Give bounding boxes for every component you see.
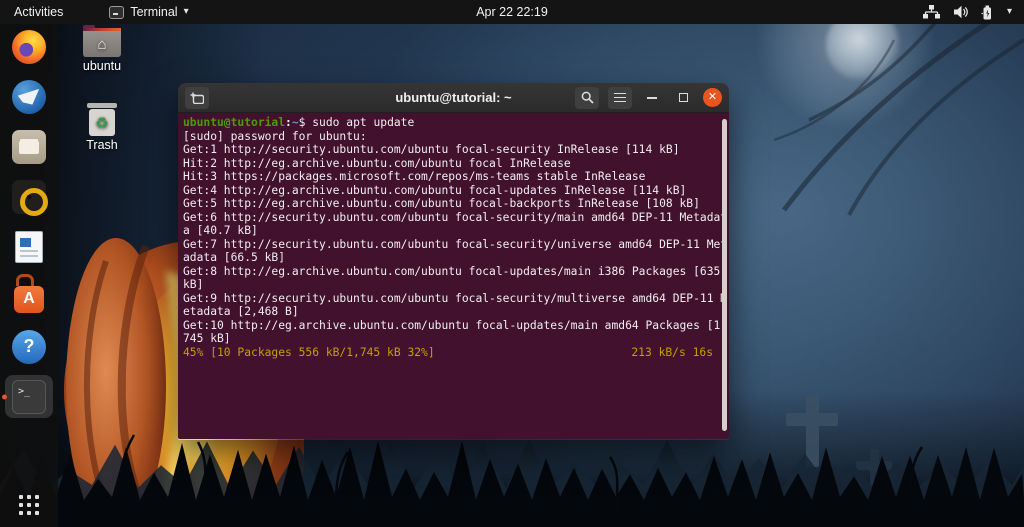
new-tab-icon xyxy=(190,92,204,104)
dock-item-libreoffice-writer[interactable] xyxy=(5,225,53,268)
terminal-line: kB] xyxy=(183,278,204,291)
network-wired-icon xyxy=(922,5,940,19)
terminal-line: etadata [2,468 B] xyxy=(183,305,299,318)
dock-item-help[interactable]: ? xyxy=(5,325,53,368)
terminal-line: Get:9 http://security.ubuntu.com/ubuntu … xyxy=(183,291,728,305)
help-icon: ? xyxy=(12,329,46,364)
desktop: ⌂ ubuntu ♻ Trash ubuntu@tutorial: ~ ✕ ub… xyxy=(0,0,1024,527)
terminal-app-icon xyxy=(109,5,125,19)
terminal-line: Get:7 http://security.ubuntu.com/ubuntu … xyxy=(183,237,728,251)
libreoffice-writer-icon xyxy=(15,230,43,263)
terminal-scrollbar[interactable] xyxy=(722,119,727,431)
dock-item-rhythmbox[interactable] xyxy=(5,175,53,218)
terminal-line: Hit:3 https://packages.microsoft.com/rep… xyxy=(183,170,646,183)
dock-item-files[interactable] xyxy=(5,125,53,168)
menu-button[interactable] xyxy=(608,86,632,109)
clock-label[interactable]: Apr 22 22:19 xyxy=(476,5,548,19)
minimize-button[interactable] xyxy=(641,87,663,109)
terminal-line: Get:1 http://security.ubuntu.com/ubuntu … xyxy=(183,143,680,156)
dock-item-terminal[interactable]: >_ xyxy=(2,375,53,418)
dock-item-thunderbird[interactable] xyxy=(5,75,53,118)
activities-button[interactable]: Activities xyxy=(0,0,77,24)
search-button[interactable] xyxy=(575,86,599,109)
files-icon xyxy=(12,129,46,164)
terminal-body[interactable]: ubuntu@tutorial:~$ sudo apt update [sudo]… xyxy=(178,113,729,439)
new-tab-button[interactable] xyxy=(185,86,209,109)
running-indicator-dot xyxy=(2,394,7,399)
terminal-line: 45% [10 Packages 556 kB/1,745 kB 32%] 213… xyxy=(183,345,713,359)
system-tray[interactable]: ▾ xyxy=(922,0,1024,24)
terminal-output: ubuntu@tutorial:~$ sudo apt update [sudo]… xyxy=(183,116,728,359)
dock-item-ubuntu-software[interactable]: A xyxy=(5,275,53,318)
thunderbird-icon xyxy=(12,79,46,114)
desktop-icon-label: Trash xyxy=(86,138,118,152)
terminal-line: Get:10 http://eg.archive.ubuntu.com/ubun… xyxy=(183,318,728,332)
terminal-window: ubuntu@tutorial: ~ ✕ ubuntu@tutorial:~$ … xyxy=(178,83,729,440)
search-icon xyxy=(581,91,594,104)
terminal-line: Get:8 http://eg.archive.ubuntu.com/ubunt… xyxy=(183,264,721,278)
caret-down-icon: ▾ xyxy=(1006,6,1012,17)
app-menu[interactable]: Terminal ▾ xyxy=(101,0,196,24)
terminal-line: Get:5 http://eg.archive.ubuntu.com/ubunt… xyxy=(183,197,700,210)
firefox-icon xyxy=(12,29,46,64)
terminal-line: ubuntu@tutorial:~$ sudo apt update xyxy=(183,116,415,129)
minimize-icon xyxy=(647,96,657,99)
terminal-line: [sudo] password for ubuntu: xyxy=(183,129,367,143)
volume-icon xyxy=(953,5,968,19)
close-button[interactable]: ✕ xyxy=(703,88,722,107)
terminal-line: Get:6 http://security.ubuntu.com/ubuntu … xyxy=(183,210,728,224)
terminal-line: Get:4 http://eg.archive.ubuntu.com/ubunt… xyxy=(183,183,687,197)
close-icon: ✕ xyxy=(707,91,718,103)
terminal-titlebar[interactable]: ubuntu@tutorial: ~ ✕ xyxy=(178,83,729,113)
terminal-line: 745 kB] xyxy=(183,332,231,345)
terminal-line: adata [66.5 kB] xyxy=(183,251,286,264)
maximize-icon xyxy=(678,93,688,102)
desktop-icon-label: ubuntu xyxy=(82,59,122,73)
dock-item-firefox[interactable] xyxy=(5,25,53,68)
top-bar: Activities Terminal ▾ Apr 22 22:19 ▾ xyxy=(0,0,1024,24)
terminal-line: a [40.7 kB] xyxy=(183,224,258,237)
battery-charging-icon xyxy=(981,5,991,19)
home-folder-icon: ⌂ xyxy=(83,25,121,57)
desktop-icon-ubuntu-folder[interactable]: ⌂ ubuntu xyxy=(76,25,128,73)
trash-icon: ♻ xyxy=(87,103,117,136)
terminal-icon: >_ xyxy=(12,379,46,414)
terminal-line: Hit:2 http://eg.archive.ubuntu.com/ubunt… xyxy=(183,156,571,170)
dock: A ? >_ xyxy=(0,24,58,527)
caret-down-icon: ▾ xyxy=(183,6,189,17)
app-menu-label: Terminal xyxy=(130,5,178,19)
show-applications-button[interactable] xyxy=(19,495,39,515)
maximize-button[interactable] xyxy=(672,87,694,109)
rhythmbox-icon xyxy=(12,179,48,216)
desktop-icon-trash[interactable]: ♻ Trash xyxy=(76,103,128,152)
ubuntu-software-icon: A xyxy=(14,285,44,313)
hamburger-icon xyxy=(614,93,626,102)
